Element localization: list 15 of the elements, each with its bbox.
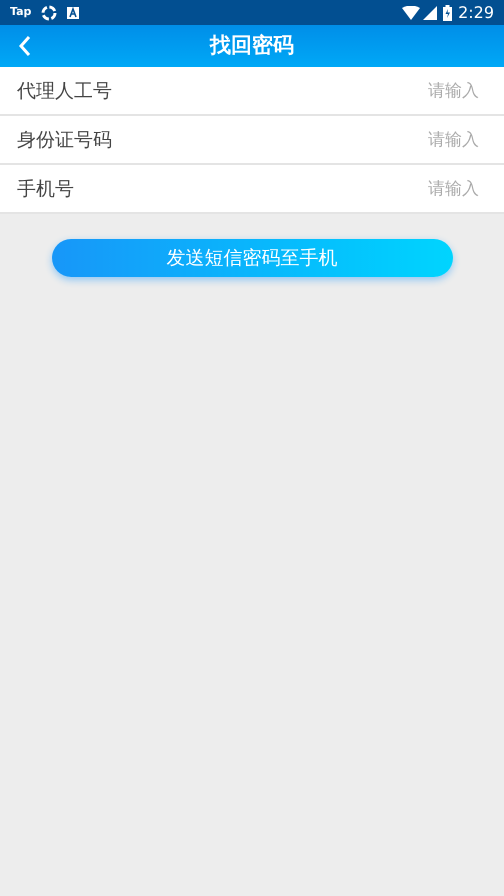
send-sms-button[interactable]: 发送短信密码至手机: [52, 239, 452, 277]
font-icon: [67, 6, 80, 18]
battery-icon: [443, 4, 452, 20]
input-field[interactable]: 请输入: [339, 79, 479, 104]
wifi-icon: [402, 6, 420, 20]
signal-icon: [423, 6, 438, 20]
page-title: 找回密码: [210, 32, 294, 60]
field-label: 身份证号码: [17, 128, 112, 153]
clock: 2:29: [458, 2, 494, 24]
input-field[interactable]: 请输入: [339, 177, 479, 202]
app-label: Tap: [10, 4, 32, 20]
field-label: 代理人工号: [17, 79, 112, 104]
sync-icon: [41, 4, 58, 20]
input-field[interactable]: 请输入: [339, 128, 479, 154]
field-label: 手机号: [17, 177, 74, 202]
